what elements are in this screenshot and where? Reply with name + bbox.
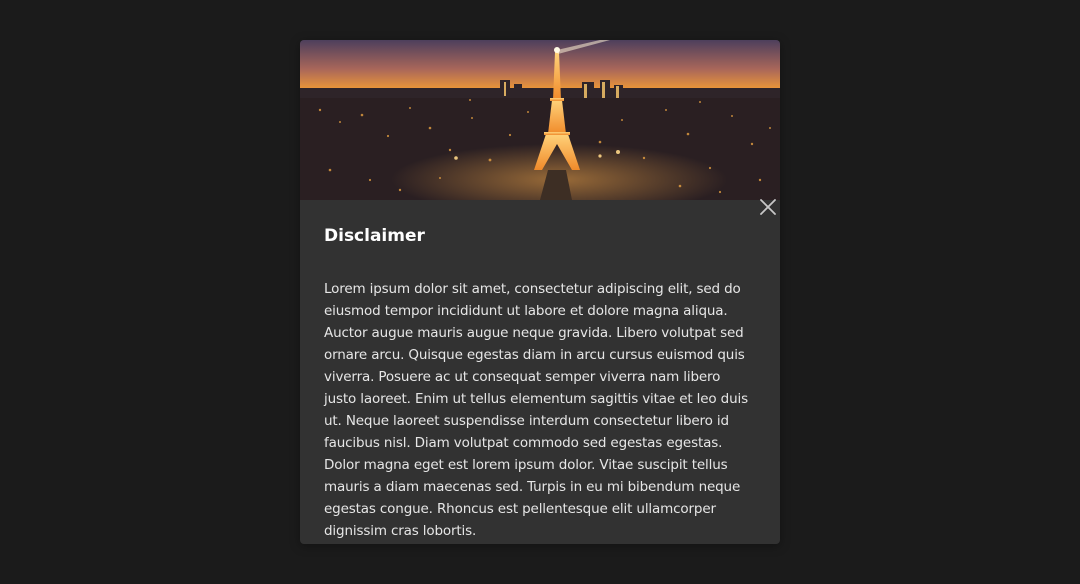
hero-image bbox=[300, 40, 780, 200]
dialog-title: Disclaimer bbox=[324, 226, 425, 246]
dialog-body-text: Lorem ipsum dolor sit amet, consectetur … bbox=[324, 281, 748, 539]
close-icon bbox=[760, 199, 776, 215]
disclaimer-dialog: Disclaimer Lorem ipsum dolor sit amet, c… bbox=[300, 40, 780, 544]
close-button[interactable] bbox=[757, 196, 779, 218]
